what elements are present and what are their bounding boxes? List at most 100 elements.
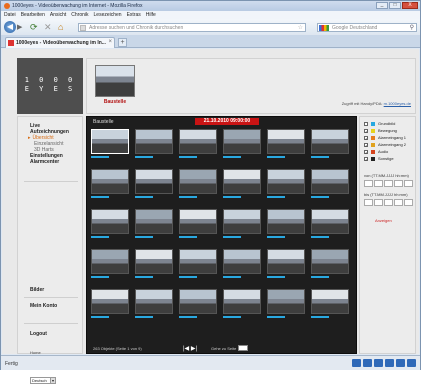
forward-arrow-icon[interactable]: ▶: [17, 23, 22, 31]
legend-checkbox[interactable]: [364, 122, 368, 126]
menu-bearbeiten[interactable]: Bearbeiten: [21, 11, 45, 19]
camera-thumbnail[interactable]: [135, 129, 173, 154]
show-button[interactable]: Anzeigen: [375, 218, 392, 223]
tab-close-icon[interactable]: ×: [108, 39, 112, 45]
date-to-month[interactable]: [374, 199, 383, 206]
thumbnail-item[interactable]: [91, 249, 129, 279]
camera-thumbnail[interactable]: [135, 169, 173, 194]
addon-icon[interactable]: [374, 359, 383, 367]
thumbnail-item[interactable]: [179, 289, 217, 319]
thumbnail-item[interactable]: [91, 169, 129, 199]
legend-checkbox[interactable]: ✓: [364, 136, 368, 141]
camera-thumbnail[interactable]: [179, 289, 217, 314]
page-arrows[interactable]: |◀ ▶|: [183, 345, 197, 352]
thumbnail-item[interactable]: [179, 249, 217, 279]
date-to-year[interactable]: [384, 199, 393, 206]
thumbnail-item[interactable]: [135, 209, 173, 239]
sidebar-item-logout[interactable]: Logout: [30, 331, 47, 337]
thumbnail-item[interactable]: [91, 209, 129, 239]
camera-thumbnail[interactable]: [223, 129, 261, 154]
date-from-month[interactable]: [374, 180, 383, 187]
minimize-button[interactable]: _: [376, 2, 388, 9]
thumbnail-item[interactable]: [135, 169, 173, 199]
language-select[interactable]: Deutsch ▾: [30, 377, 56, 384]
camera-thumbnail[interactable]: [267, 249, 305, 274]
menu-extras[interactable]: Extras: [127, 11, 141, 19]
thumbnail-item[interactable]: [135, 249, 173, 279]
menu-ansicht[interactable]: Ansicht: [50, 11, 66, 19]
legend-checkbox[interactable]: ✓: [364, 150, 368, 155]
thumbnail-item[interactable]: [135, 129, 173, 159]
thumbnail-item[interactable]: [223, 169, 261, 199]
camera-thumbnail[interactable]: [223, 169, 261, 194]
new-tab-button[interactable]: +: [118, 38, 127, 47]
camera-thumbnail[interactable]: [311, 289, 349, 314]
camera-thumbnail[interactable]: [311, 209, 349, 234]
camera-thumbnail[interactable]: [135, 289, 173, 314]
maximize-button[interactable]: □: [389, 2, 401, 9]
camera-thumbnail[interactable]: [135, 249, 173, 274]
bookmark-star-icon[interactable]: ☆: [298, 24, 303, 31]
thumbnail-item[interactable]: [311, 209, 349, 239]
camera-thumbnail[interactable]: [91, 249, 129, 274]
search-icon[interactable]: ⚲: [410, 24, 414, 31]
date-to-hour[interactable]: [394, 199, 403, 206]
camera-thumbnail[interactable]: [311, 169, 349, 194]
addon-icon[interactable]: [396, 359, 405, 367]
thumbnail-item[interactable]: [311, 249, 349, 279]
date-to-minute[interactable]: [404, 199, 413, 206]
date-from-day[interactable]: [364, 180, 373, 187]
thumbnail-item[interactable]: [267, 249, 305, 279]
date-from-minute[interactable]: [404, 180, 413, 187]
legend-checkbox[interactable]: ✓: [364, 157, 368, 162]
addon-icon[interactable]: [385, 359, 394, 367]
camera-thumbnail[interactable]: [311, 249, 349, 274]
thumbnail-item[interactable]: [91, 289, 129, 319]
home-icon[interactable]: ⌂: [58, 22, 63, 32]
camera-thumbnail[interactable]: [135, 209, 173, 234]
reload-icon[interactable]: ⟳: [30, 22, 38, 33]
camera-thumbnail[interactable]: [267, 289, 305, 314]
camera-thumbnail[interactable]: [91, 169, 129, 194]
goto-page-input[interactable]: [238, 345, 248, 351]
addon-icon[interactable]: [363, 359, 372, 367]
menu-lesezeichen[interactable]: Lesezeichen: [94, 11, 122, 19]
camera-thumbnail[interactable]: [267, 209, 305, 234]
camera-label[interactable]: Baustelle: [95, 99, 135, 105]
sidebar-item-konto[interactable]: Mein Konto: [30, 303, 57, 309]
camera-thumbnail[interactable]: [179, 169, 217, 194]
date-to-day[interactable]: [364, 199, 373, 206]
thumbnail-item[interactable]: [267, 209, 305, 239]
thumbnail-item[interactable]: [267, 289, 305, 319]
thumbnail-item[interactable]: [311, 289, 349, 319]
camera-thumbnail[interactable]: [179, 249, 217, 274]
addon-icon[interactable]: [352, 359, 361, 367]
logo[interactable]: 1 0 0 0 E Y E S: [17, 58, 83, 114]
date-from-hour[interactable]: [394, 180, 403, 187]
camera-thumbnail[interactable]: [91, 209, 129, 234]
camera-thumbnail[interactable]: [179, 209, 217, 234]
legend-checkbox[interactable]: ✓: [364, 129, 368, 134]
thumbnail-item[interactable]: [311, 169, 349, 199]
close-button[interactable]: X: [402, 2, 418, 9]
addon-icon[interactable]: [407, 359, 416, 367]
thumbnail-item[interactable]: [179, 169, 217, 199]
menu-chronik[interactable]: Chronik: [71, 11, 88, 19]
thumbnail-item[interactable]: [135, 289, 173, 319]
thumbnail-item[interactable]: [91, 129, 129, 159]
camera-thumbnail[interactable]: [267, 129, 305, 154]
thumbnail-item[interactable]: [179, 129, 217, 159]
camera-thumbnail[interactable]: [179, 129, 217, 154]
thumbnail-item[interactable]: [223, 209, 261, 239]
sidebar-item-6[interactable]: Alarmcenter: [30, 159, 69, 165]
thumbnail-item[interactable]: [223, 289, 261, 319]
thumbnail-item[interactable]: [311, 129, 349, 159]
menu-datei[interactable]: Datei: [4, 11, 16, 19]
date-from-year[interactable]: [384, 180, 393, 187]
thumbnail-item[interactable]: [267, 169, 305, 199]
thumbnail-item[interactable]: [223, 249, 261, 279]
sidebar-item-bilder[interactable]: Bilder: [30, 287, 44, 293]
camera-thumbnail[interactable]: [91, 289, 129, 314]
back-arrow-icon[interactable]: ◀: [4, 21, 16, 33]
thumbnail-item[interactable]: [267, 129, 305, 159]
